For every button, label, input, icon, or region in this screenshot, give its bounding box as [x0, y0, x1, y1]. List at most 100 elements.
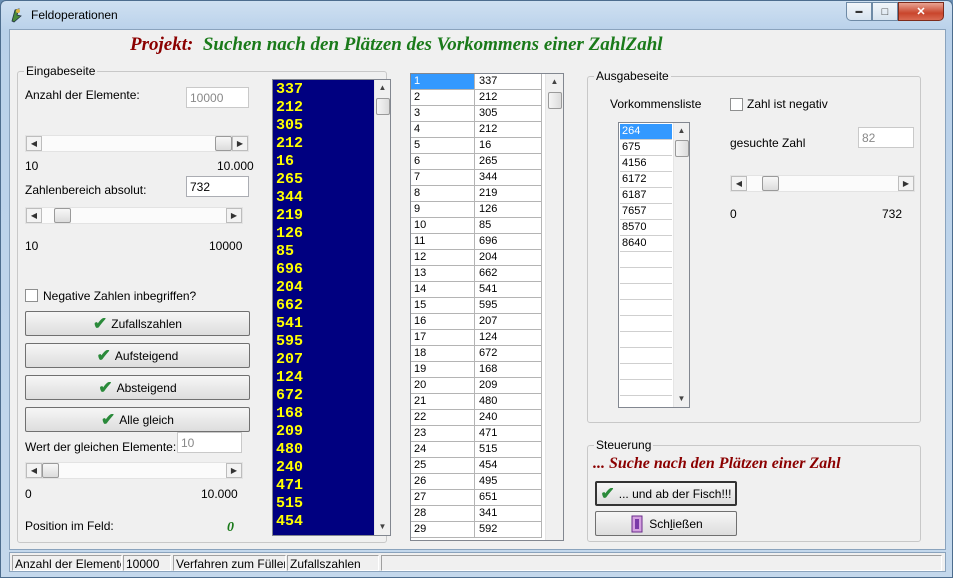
grid-index-cell[interactable]: 25	[411, 458, 475, 473]
grid-row[interactable]: 2 212	[411, 90, 542, 106]
grid-row[interactable]: 22 240	[411, 410, 542, 426]
list-item[interactable]	[620, 380, 672, 396]
grid-row[interactable]: 5 16	[411, 138, 542, 154]
grid-row[interactable]: 17 124	[411, 330, 542, 346]
search-number-field[interactable]	[858, 127, 914, 148]
scroll-left-icon[interactable]: ◀	[26, 136, 42, 151]
list-item[interactable]: 8640	[620, 236, 672, 252]
grid-value-cell[interactable]: 495	[476, 474, 542, 489]
grid-value-cell[interactable]: 515	[476, 442, 542, 457]
grid-value-cell[interactable]: 168	[476, 362, 542, 377]
scroll-left-icon[interactable]: ◀	[731, 176, 747, 191]
grid-index-cell[interactable]: 11	[411, 234, 475, 249]
grid-value-cell[interactable]: 471	[476, 426, 542, 441]
grid-value-cell[interactable]: 219	[476, 186, 542, 201]
grid-row[interactable]: 20 209	[411, 378, 542, 394]
grid-index-cell[interactable]: 24	[411, 442, 475, 457]
maximize-button[interactable]: □	[872, 2, 898, 21]
range-slider-thumb[interactable]	[53, 208, 71, 223]
grid-scroll-thumb[interactable]	[548, 92, 562, 109]
grid-index-cell[interactable]: 15	[411, 298, 475, 313]
grid-value-cell[interactable]: 344	[476, 170, 542, 185]
grid-value-cell[interactable]: 305	[476, 106, 542, 121]
grid-value-cell[interactable]: 662	[476, 266, 542, 281]
negative-numbers-checkbox[interactable]	[25, 289, 38, 302]
list-item[interactable]	[620, 348, 672, 364]
descending-button[interactable]: ✔ Absteigend	[25, 375, 250, 400]
grid-row[interactable]: 25 454	[411, 458, 542, 474]
grid-value-cell[interactable]: 651	[476, 490, 542, 505]
grid-value-cell[interactable]: 595	[476, 298, 542, 313]
grid-value-cell[interactable]: 207	[476, 314, 542, 329]
memo-scroll-thumb[interactable]	[376, 98, 390, 115]
grid-value-cell[interactable]: 209	[476, 378, 542, 393]
scroll-up-icon[interactable]: ▲	[546, 74, 563, 90]
grid-index-cell[interactable]: 21	[411, 394, 475, 409]
grid-row[interactable]: 15 595	[411, 298, 542, 314]
grid-row[interactable]: 18 672	[411, 346, 542, 362]
scroll-right-icon[interactable]: ▶	[226, 463, 242, 478]
grid-row[interactable]: 27 651	[411, 490, 542, 506]
grid-value-cell[interactable]: 204	[476, 250, 542, 265]
grid-row[interactable]: 19 168	[411, 362, 542, 378]
list-scroll-thumb[interactable]	[675, 140, 689, 157]
scroll-left-icon[interactable]: ◀	[26, 463, 42, 478]
grid-value-cell[interactable]: 341	[476, 506, 542, 521]
list-item[interactable]	[620, 364, 672, 380]
grid-index-cell[interactable]: 5	[411, 138, 475, 153]
grid-value-cell[interactable]: 212	[476, 90, 542, 105]
grid-index-cell[interactable]: 2	[411, 90, 475, 105]
scroll-right-icon[interactable]: ▶	[898, 176, 914, 191]
ascending-button[interactable]: ✔ Aufsteigend	[25, 343, 250, 368]
range-field[interactable]	[186, 176, 249, 197]
grid-value-cell[interactable]: 85	[476, 218, 542, 233]
grid-index-cell[interactable]: 6	[411, 154, 475, 169]
grid-index-cell[interactable]: 9	[411, 202, 475, 217]
grid-index-cell[interactable]: 29	[411, 522, 475, 537]
search-number-slider[interactable]: ◀ ▶	[730, 175, 915, 192]
list-item[interactable]: 8570	[620, 220, 672, 236]
list-item[interactable]	[620, 316, 672, 332]
equal-value-slider[interactable]: ◀ ▶	[25, 462, 243, 479]
count-field[interactable]	[186, 87, 249, 108]
grid-index-cell[interactable]: 28	[411, 506, 475, 521]
grid-row[interactable]: 8 219	[411, 186, 542, 202]
memo-scrollbar[interactable]: ▲ ▼	[374, 80, 390, 535]
grid-row[interactable]: 10 85	[411, 218, 542, 234]
grid-row[interactable]: 23 471	[411, 426, 542, 442]
grid-index-cell[interactable]: 19	[411, 362, 475, 377]
search-number-slider-thumb[interactable]	[761, 176, 779, 191]
values-memo[interactable]: 337 212 305 212 16 265 344 219 126 85 696 204 662 541…	[272, 79, 391, 536]
grid-value-cell[interactable]: 480	[476, 394, 542, 409]
grid-value-cell[interactable]: 265	[476, 154, 542, 169]
grid-row[interactable]: 9 126	[411, 202, 542, 218]
grid-row[interactable]: 4 212	[411, 122, 542, 138]
range-slider[interactable]: ◀ ▶	[25, 207, 243, 224]
minimize-button[interactable]: ▬	[846, 2, 872, 21]
random-numbers-button[interactable]: ✔ Zufallszahlen	[25, 311, 250, 336]
grid-index-cell[interactable]: 8	[411, 186, 475, 201]
grid-row[interactable]: 28 341	[411, 506, 542, 522]
list-item[interactable]	[620, 252, 672, 268]
occurrence-list[interactable]: 264 675 4156 6172 6187 7657 8570 8640 ▲ ▼	[618, 122, 690, 408]
grid-row[interactable]: 12 204	[411, 250, 542, 266]
grid-value-cell[interactable]: 592	[476, 522, 542, 537]
run-search-button[interactable]: ✔... und ab der Fisch!!!	[595, 481, 737, 506]
grid-row[interactable]: 7 344	[411, 170, 542, 186]
list-item[interactable]	[620, 300, 672, 316]
grid-value-cell[interactable]: 337	[476, 74, 542, 89]
grid-row[interactable]: 1 337	[411, 74, 542, 90]
equal-value-field[interactable]	[177, 432, 242, 453]
list-item[interactable]: 264	[620, 124, 672, 140]
grid-index-cell[interactable]: 14	[411, 282, 475, 297]
grid-row[interactable]: 6 265	[411, 154, 542, 170]
list-item[interactable]: 6187	[620, 188, 672, 204]
grid-row[interactable]: 3 305	[411, 106, 542, 122]
grid-index-cell[interactable]: 17	[411, 330, 475, 345]
count-slider-thumb[interactable]	[215, 136, 232, 151]
grid-value-cell[interactable]: 16	[476, 138, 542, 153]
list-scrollbar[interactable]: ▲ ▼	[673, 123, 689, 407]
count-slider[interactable]: ◀ ▶	[25, 135, 249, 152]
grid-row[interactable]: 14 541	[411, 282, 542, 298]
grid-value-cell[interactable]: 212	[476, 122, 542, 137]
